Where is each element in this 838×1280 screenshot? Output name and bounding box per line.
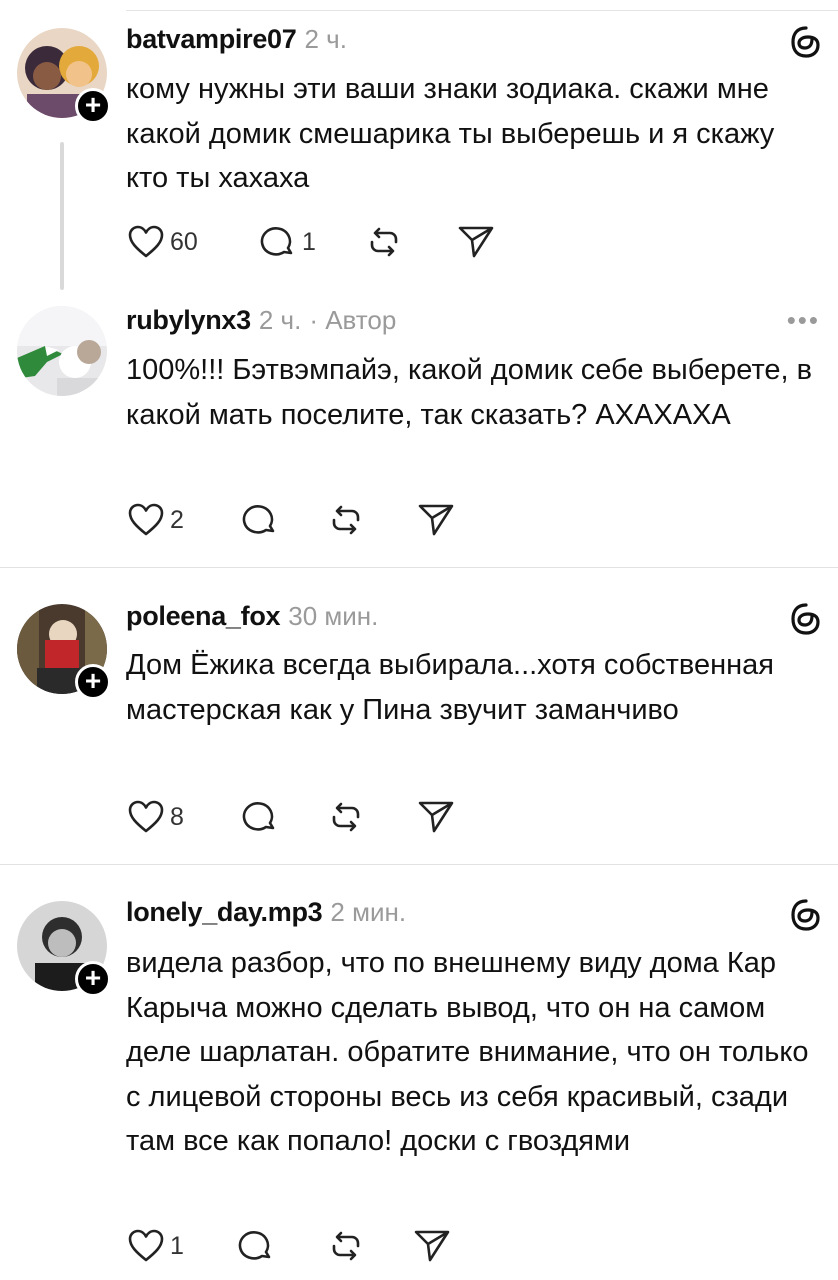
comment-icon [242,802,275,831]
threads-logo-icon[interactable] [788,897,824,933]
send-icon [418,504,454,536]
heart-icon [128,1229,164,1262]
author-badge: · Автор [309,305,397,335]
comment-icon [238,1231,271,1260]
reply-button[interactable] [240,797,280,837]
more-options-icon[interactable]: ••• [787,305,820,336]
reply-button[interactable]: 1 [258,222,316,262]
like-count: 1 [170,1231,184,1260]
username[interactable]: poleena_fox [126,601,281,632]
username[interactable]: rubylynx3 [126,305,251,336]
threads-logo-icon[interactable] [788,601,824,637]
post-text: Дом Ёжика всегда выбирала...хотя собстве… [126,649,774,726]
like-button[interactable]: 60 [126,222,198,262]
reply-button[interactable] [240,500,280,540]
thread-line [60,142,64,290]
follow-button[interactable]: + [75,88,111,124]
post-header: lonely_day.mp3 2 мин. [126,897,406,928]
repost-icon [332,802,360,832]
username[interactable]: lonely_day.mp3 [126,897,323,928]
heart-icon [128,503,164,536]
top-divider [126,10,838,11]
reply-count: 1 [302,227,316,256]
timestamp: 2 ч. [304,24,347,54]
like-count: 8 [170,802,184,831]
username[interactable]: batvampire07 [126,24,297,55]
post-header: rubylynx3 2 ч. · Автор [126,305,396,336]
repost-icon [332,1231,360,1261]
repost-icon [370,227,398,257]
repost-icon [332,505,360,535]
repost-button[interactable] [326,797,366,837]
share-button[interactable] [416,797,456,837]
like-count: 2 [170,505,184,534]
post-text: 100%!!! Бэтвэмпайэ, какой домик себе выб… [126,354,813,431]
send-icon [414,1230,450,1262]
like-count: 60 [170,227,198,256]
like-button[interactable]: 1 [126,1226,184,1266]
heart-icon [128,800,164,833]
share-button[interactable] [412,1226,452,1266]
threads-logo-icon[interactable] [788,24,824,60]
repost-button[interactable] [326,1226,366,1266]
comment-icon [242,505,275,534]
post-header: batvampire07 2 ч. [126,24,347,55]
repost-button[interactable] [326,500,366,540]
comment-icon [260,227,293,256]
timestamp: 2 мин. [330,897,407,927]
send-icon [418,801,454,833]
post-header: poleena_fox 30 мин. [126,601,378,632]
post-divider [0,864,838,865]
share-button[interactable] [456,222,496,262]
reply-button[interactable] [236,1226,276,1266]
post-text: видела разбор, что по внешнему виду дома… [126,947,809,1157]
share-button[interactable] [416,500,456,540]
like-button[interactable]: 8 [126,797,184,837]
repost-button[interactable] [364,222,404,262]
send-icon [458,226,494,258]
post-divider [0,567,838,568]
post-text: кому нужны эти ваши знаки зодиака. скажи… [126,73,775,194]
timestamp: 30 мин. [288,601,379,631]
avatar[interactable] [17,306,107,396]
timestamp: 2 ч. [258,305,302,335]
follow-button[interactable]: + [75,961,111,997]
heart-icon [128,225,164,258]
like-button[interactable]: 2 [126,500,184,540]
follow-button[interactable]: + [75,664,111,700]
